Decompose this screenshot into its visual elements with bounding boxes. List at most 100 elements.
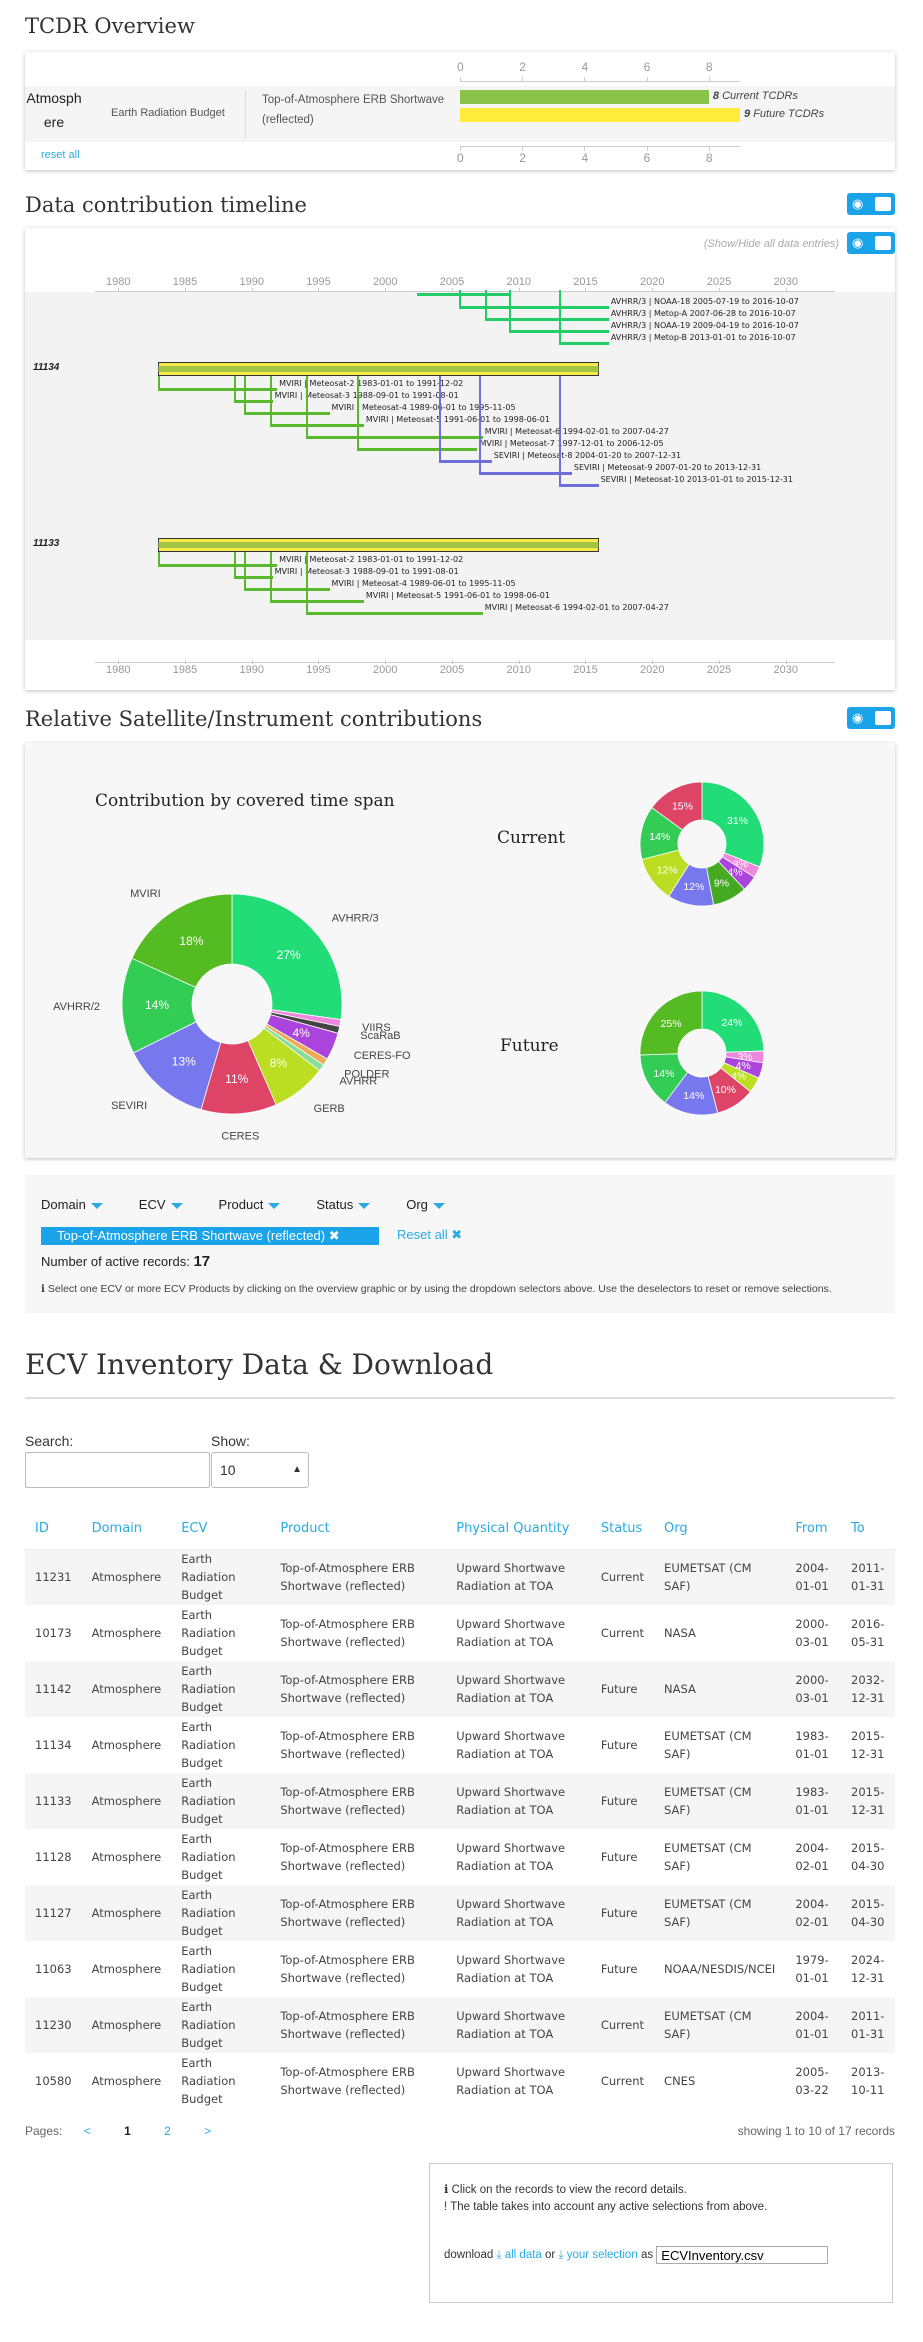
timeline-bar[interactable] (417, 293, 511, 296)
timeline-entry-label[interactable]: AVHRR/3 | Metop-B 2013-01-01 to 2016-10-… (611, 333, 796, 342)
timeline-bar[interactable] (243, 588, 330, 591)
column-header[interactable]: ECV (171, 1509, 271, 1550)
timeline-entry-label[interactable]: MVIRI | Meteosat-6 1994-02-01 to 2007-04… (485, 603, 669, 612)
table-row[interactable]: 11142 Atmosphere Earth Radiation Budget Top… (25, 1661, 895, 1717)
download-selection-link[interactable]: ⤓ your selection (558, 2249, 637, 2261)
pie-percent-label: 4% (293, 1026, 311, 1040)
pie-chart-current: 31%3%4%9%12%12%14%15% (639, 781, 765, 907)
column-header[interactable]: ID (25, 1509, 82, 1550)
timeline-entry-label[interactable]: MVIRI | Meteosat-6 1994-02-01 to 2007-04… (485, 427, 669, 436)
selected-product-tag[interactable]: Top-of-Atmosphere ERB Shortwave (reflect… (41, 1227, 379, 1245)
filename-input[interactable] (656, 2246, 829, 2264)
table-row[interactable]: 11133 Atmosphere Earth Radiation Budget Top… (25, 1773, 895, 1829)
download-icon: ⤓ (558, 2249, 564, 2262)
table-row[interactable]: 11230 Atmosphere Earth Radiation Budget Top… (25, 1997, 895, 2053)
column-header[interactable]: Status (590, 1509, 655, 1550)
show-select[interactable]: 10 ▲ (211, 1452, 309, 1488)
filter-menu-product[interactable]: Product (219, 1197, 281, 1212)
pagination: Pages: < 1 2 > (25, 2124, 211, 2138)
timeline-entry-label[interactable]: MVIRI | Meteosat-4 1989-06-01 to 1995-11… (332, 579, 516, 588)
column-header[interactable]: Physical Quantity (446, 1509, 591, 1550)
table-cell: 2004-02-01 (785, 1885, 842, 1941)
table-row[interactable]: 11063 Atmosphere Earth Radiation Budget Top… (25, 1941, 895, 1997)
year-label: 1990 (239, 276, 264, 288)
relative-toggle[interactable]: ◉ (847, 707, 895, 729)
to-text: to (609, 427, 623, 436)
column-header[interactable]: Domain (81, 1509, 172, 1550)
timeline-bar[interactable] (306, 612, 483, 615)
timeline-entry-label[interactable]: MVIRI | Meteosat-5 1991-06-01 to 1998-06… (366, 591, 550, 600)
column-header[interactable]: To (841, 1509, 895, 1550)
timeline-entry-label[interactable]: AVHRR/3 | NOAA-19 2009-04-19 to 2016-10-… (611, 321, 799, 330)
timeline-bar[interactable] (459, 306, 609, 309)
table-cell: Top-of-Atmosphere ERB Shortwave (reflect… (270, 1885, 447, 1941)
timeline-entry-label[interactable]: MVIRI | Meteosat-7 1997-12-01 to 2006-12… (479, 439, 663, 448)
table-row[interactable]: 10173 Atmosphere Earth Radiation Budget Top… (25, 1605, 895, 1661)
timeline-bar[interactable] (270, 600, 364, 603)
column-header[interactable]: Org (654, 1509, 786, 1550)
table-row[interactable]: 11127 Atmosphere Earth Radiation Budget Top… (25, 1885, 895, 1941)
timeline-entry-label[interactable]: SEVIRI | Meteosat-10 2013-01-01 to 2015-… (601, 475, 793, 484)
reset-all-link[interactable]: reset all (41, 149, 80, 161)
to-text: to (621, 451, 635, 460)
timeline-bar[interactable] (306, 436, 483, 439)
filter-menu-status[interactable]: Status (316, 1197, 371, 1212)
timeline-entry-label[interactable]: AVHRR/3 | NOAA-18 2005-07-19 to 2016-10-… (611, 297, 799, 306)
future-tcdr-bar[interactable] (460, 108, 740, 122)
reset-all-filters[interactable]: Reset all ✖ (397, 1227, 462, 1243)
table-row[interactable]: 11128 Atmosphere Earth Radiation Budget Top… (25, 1829, 895, 1885)
timeline-bar-start (158, 552, 161, 566)
axis-tick-label: 0 (457, 151, 464, 165)
year-label: 2000 (373, 664, 398, 676)
column-header[interactable]: Product (270, 1509, 447, 1550)
timeline-bar[interactable] (233, 576, 273, 579)
pie-percent-label: 10% (715, 1084, 736, 1096)
current-tcdr-bar[interactable] (460, 90, 709, 104)
start-date: 2013-01-01 (686, 475, 734, 484)
axis-tick-label: 4 (581, 151, 589, 165)
pie-percent-label: 14% (683, 1090, 704, 1102)
timeline-chart: 1980 1985 1990 1995 2000 2005 2010 2015 2020 2025… (25, 272, 895, 690)
timeline-bar[interactable] (558, 484, 599, 487)
timeline-bar[interactable] (158, 564, 278, 567)
timeline-bar[interactable] (233, 400, 273, 403)
overview-product[interactable]: Top-of-Atmosphere ERB Shortwave (reflect… (262, 90, 462, 130)
filter-menu-domain[interactable]: Domain (41, 1197, 103, 1212)
filter-menu-ecv[interactable]: ECV (139, 1197, 183, 1212)
timeline-toggle[interactable]: ◉ (847, 193, 895, 215)
timeline-entry-label[interactable]: SEVIRI | Meteosat-8 2004-01-20 to 2007-1… (494, 451, 681, 460)
timeline-entry-label[interactable]: MVIRI | Meteosat-5 1991-06-01 to 1998-06… (366, 415, 550, 424)
page-1[interactable]: 1 (124, 2124, 131, 2138)
instrument: MVIRI (274, 391, 298, 400)
current-label: Current (497, 828, 566, 848)
filter-menu-org[interactable]: Org (406, 1197, 445, 1212)
search-input[interactable] (25, 1452, 210, 1488)
timeline-bar[interactable] (558, 342, 609, 345)
timeline-entry-label[interactable]: SEVIRI | Meteosat-9 2007-01-20 to 2013-1… (574, 463, 761, 472)
remove-tag-icon[interactable]: ✖ (329, 1228, 340, 1243)
next-page[interactable]: > (204, 2124, 211, 2138)
timeline-bar[interactable] (158, 388, 278, 391)
show-hide-toggle[interactable]: ◉ (847, 232, 895, 254)
timeline-entry-label[interactable]: MVIRI | Meteosat-3 1988-09-01 to 1991-08… (275, 391, 459, 400)
info-icon: ℹ (444, 2184, 449, 2196)
axis-tick-label: 8 (705, 60, 713, 74)
table-row[interactable]: 10580 Atmosphere Earth Radiation Budget Top… (25, 2053, 895, 2109)
table-row[interactable]: 11231 Atmosphere Earth Radiation Budget Top… (25, 1549, 895, 1605)
timeline-bar[interactable] (270, 424, 364, 427)
timeline-bar[interactable] (357, 448, 478, 451)
table-cell: Top-of-Atmosphere ERB Shortwave (reflect… (270, 1997, 447, 2053)
timeline-entry-label[interactable]: MVIRI | Meteosat-3 1988-09-01 to 1991-08… (275, 567, 459, 576)
timeline-bar[interactable] (243, 412, 330, 415)
table-cell: 10580 (25, 2053, 82, 2109)
to-text: to (490, 415, 504, 424)
timeline-entry-label[interactable]: AVHRR/3 | Metop-A 2007-06-28 to 2016-10-… (611, 309, 796, 318)
column-header[interactable]: From (785, 1509, 842, 1550)
table-row[interactable]: 11134 Atmosphere Earth Radiation Budget Top… (25, 1717, 895, 1773)
overview-ecv[interactable]: Earth Radiation Budget (111, 107, 225, 119)
timeline-bar[interactable] (485, 318, 609, 321)
download-all-link[interactable]: ⤓ all data (496, 2249, 541, 2261)
page-2[interactable]: 2 (164, 2124, 171, 2138)
timeline-bar[interactable] (439, 460, 492, 463)
prev-page[interactable]: < (84, 2124, 91, 2138)
